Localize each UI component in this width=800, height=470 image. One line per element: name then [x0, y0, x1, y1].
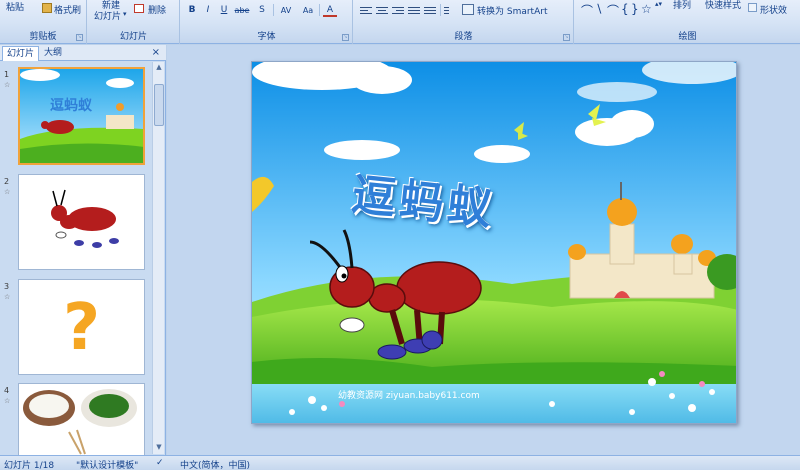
slide-number: 4: [4, 386, 10, 395]
slide-counter: 幻灯片 1/18: [4, 461, 55, 470]
scrollbar-thumb[interactable]: [154, 84, 164, 126]
divider: [440, 4, 441, 16]
tab-slides[interactable]: 幻灯片: [2, 46, 40, 61]
scroll-down-icon[interactable]: ▼: [154, 443, 164, 453]
slides-group: 新建 幻灯片 ▾ 删除 幻灯片: [88, 0, 180, 44]
smartart-icon: [462, 4, 474, 15]
font-label: 字体: [257, 32, 276, 42]
divider: [319, 4, 320, 16]
slide-number: 3: [4, 282, 10, 291]
shape-effects-icon: [748, 3, 757, 12]
panel-tabs: 幻灯片 大纲 ×: [0, 45, 166, 61]
thumbnail-1-art: [20, 69, 143, 163]
question-mark: ?: [62, 291, 101, 365]
delete-icon: [134, 4, 144, 13]
animation-icon: ☆: [4, 397, 11, 405]
font-color-button[interactable]: A: [323, 4, 337, 17]
drawing-label: 绘图: [678, 32, 697, 42]
paste-button[interactable]: 粘贴: [6, 0, 24, 13]
design-template[interactable]: "默认设计模板": [76, 458, 138, 470]
paragraph-label: 段落: [454, 32, 473, 42]
close-icon[interactable]: ×: [152, 47, 160, 58]
scroll-up-icon[interactable]: ▲: [154, 63, 164, 73]
chevron-down-icon[interactable]: ▾: [123, 10, 127, 18]
slide-editor: 逗蚂蚁 幼教资源网 ziyuan.baby611.com: [167, 45, 800, 455]
current-slide[interactable]: 逗蚂蚁 幼教资源网 ziyuan.baby611.com: [251, 61, 737, 424]
columns-icon[interactable]: [444, 5, 456, 16]
divider: [273, 4, 274, 16]
change-case-button[interactable]: Aa: [299, 4, 317, 17]
font-group: B I U abe S AV Aa A 字体 ↘: [181, 0, 353, 44]
clipboard-launcher-icon[interactable]: ↘: [76, 34, 83, 41]
shape-effects-button[interactable]: 形状效: [760, 3, 787, 16]
new-slide-label[interactable]: 幻灯片: [94, 9, 121, 22]
animation-icon: ☆: [4, 81, 11, 89]
animation-icon: ☆: [4, 188, 11, 196]
animation-icon: ☆: [4, 293, 11, 301]
slide-thumbnail-4[interactable]: [18, 383, 145, 455]
clipboard-group: 粘贴 格式刷 剪贴板 ↘: [0, 0, 87, 44]
star-icon[interactable]: ☆: [641, 2, 652, 16]
brace-right-icon[interactable]: }: [631, 2, 639, 16]
shape-icon[interactable]: ⌒: [581, 2, 593, 19]
underline-button[interactable]: U: [217, 4, 231, 17]
paragraph-launcher-icon[interactable]: ↘: [563, 34, 570, 41]
slide-number: 2: [4, 177, 10, 186]
line-icon[interactable]: ∖: [595, 2, 603, 16]
tab-outline[interactable]: 大纲: [40, 46, 66, 61]
strikethrough-button[interactable]: abe: [233, 4, 251, 17]
bold-button[interactable]: B: [185, 4, 199, 17]
font-launcher-icon[interactable]: ↘: [342, 34, 349, 41]
slide-thumbnail-1[interactable]: 逗蚂蚁: [18, 67, 145, 165]
spellcheck-icon[interactable]: ✓: [156, 458, 164, 468]
shadow-button[interactable]: S: [255, 4, 269, 17]
arrange-button[interactable]: 排列: [673, 0, 691, 11]
char-spacing-button[interactable]: AV: [277, 4, 295, 17]
thumbnail-scrollbar[interactable]: ▲ ▼: [152, 62, 164, 454]
language-indicator[interactable]: 中文(简体，中国): [180, 458, 250, 470]
brush-icon: [42, 3, 52, 13]
slide-background-image: [252, 62, 736, 423]
brace-left-icon[interactable]: {: [621, 2, 629, 16]
align-left-icon[interactable]: [360, 5, 372, 16]
thumbnail-1-title: 逗蚂蚁: [50, 98, 92, 114]
slides-label: 幻灯片: [119, 32, 147, 42]
align-center-icon[interactable]: [376, 5, 388, 16]
slide-thumbnail-2[interactable]: [18, 174, 145, 270]
drawing-group: ⌒ ∖ ⌒ { } ☆ ▴▾ 排列 快速样式 形状效 绘图: [575, 0, 800, 44]
paragraph-group: 转换为 SmartArt 段落 ↘: [354, 0, 574, 44]
align-right-icon[interactable]: [392, 5, 404, 16]
clipboard-label: 剪贴板: [29, 32, 57, 42]
italic-button[interactable]: I: [201, 4, 215, 17]
convert-smartart-button[interactable]: 转换为 SmartArt: [477, 4, 547, 17]
slide-number: 1: [4, 70, 10, 79]
watermark-text: 幼教资源网 ziyuan.baby611.com: [338, 391, 480, 401]
format-painter-button[interactable]: 格式刷: [54, 3, 81, 16]
shapes-more-icon[interactable]: ▴▾: [655, 0, 662, 8]
ant-thumbnail-image: [19, 175, 144, 269]
slide-thumbnail-3[interactable]: ?: [18, 279, 145, 375]
slide-panel: 幻灯片 大纲 × 1 ☆ 逗蚂蚁 2 ☆ 3 ☆ ? 4 ☆ ▲ ▼: [0, 45, 166, 455]
delete-slide-button[interactable]: 删除: [148, 3, 166, 16]
food-thumbnail-image: [19, 384, 144, 455]
curve-icon[interactable]: ⌒: [607, 2, 619, 19]
distribute-icon[interactable]: [424, 5, 436, 16]
status-bar: 幻灯片 1/18 "默认设计模板" ✓ 中文(简体，中国): [0, 455, 800, 470]
quick-styles-button[interactable]: 快速样式: [705, 0, 741, 11]
justify-icon[interactable]: [408, 5, 420, 16]
ribbon: 粘贴 格式刷 剪贴板 ↘ 新建 幻灯片 ▾ 删除 幻灯片 B I U abe S…: [0, 0, 800, 44]
